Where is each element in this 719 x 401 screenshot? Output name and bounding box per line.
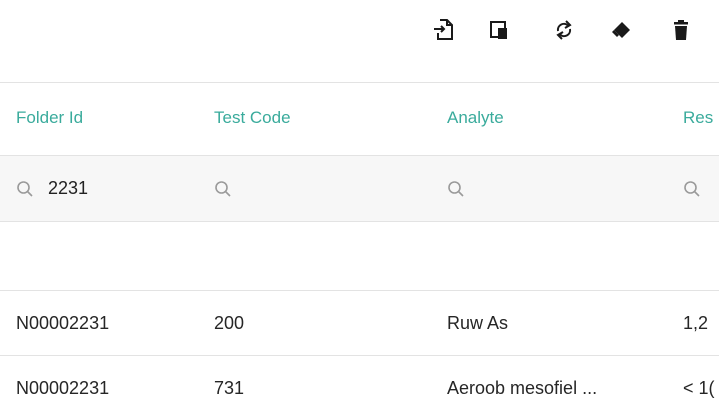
search-icon xyxy=(17,180,33,197)
test-code-filter-input[interactable] xyxy=(246,178,366,199)
column-header-folder-id[interactable]: Folder Id xyxy=(16,108,83,128)
filter-cell-test-code xyxy=(214,156,366,221)
filter-cell-folder-id xyxy=(16,156,168,221)
analyte-filter-input[interactable] xyxy=(479,178,599,199)
trash-icon xyxy=(674,20,688,40)
search-icon xyxy=(448,180,464,197)
cell-analyte: Aeroob mesofiel ... xyxy=(447,378,598,398)
folder-id-filter-input[interactable] xyxy=(48,178,168,199)
search-icon xyxy=(215,180,231,197)
table-row[interactable]: N00002231 731 Aeroob mesofiel ... < 1( xyxy=(0,356,719,401)
cell-result: 1,2 xyxy=(683,313,709,333)
copy-document-button[interactable] xyxy=(487,17,513,43)
cell-folder-id: N00002231 xyxy=(16,313,110,333)
delete-button[interactable] xyxy=(668,17,694,43)
cell-analyte: Ruw As xyxy=(447,313,509,333)
import-file-icon xyxy=(434,19,453,40)
column-header-test-code[interactable]: Test Code xyxy=(214,108,291,128)
filter-row xyxy=(0,156,719,221)
cell-result: < 1( xyxy=(683,378,715,398)
divider xyxy=(0,221,719,222)
search-icon xyxy=(684,180,700,197)
eraser-button[interactable] xyxy=(608,17,634,43)
column-header-result[interactable]: Res xyxy=(683,108,713,128)
column-header-analyte[interactable]: Analyte xyxy=(447,108,504,128)
result-filter-input[interactable] xyxy=(715,178,719,199)
cell-test-code: 200 xyxy=(214,313,245,333)
refresh-button[interactable] xyxy=(551,17,577,43)
filter-cell-result xyxy=(683,156,719,221)
cell-test-code: 731 xyxy=(214,378,245,398)
table-header-row: Folder Id Test Code Analyte Res xyxy=(0,83,719,155)
copy-document-icon xyxy=(490,21,507,39)
eraser-icon xyxy=(612,22,630,38)
import-file-button[interactable] xyxy=(430,17,456,43)
filter-cell-analyte xyxy=(447,156,599,221)
toolbar xyxy=(0,0,719,82)
refresh-icon xyxy=(556,20,572,40)
results-grid-panel: Folder Id Test Code Analyte Res 2231 N00… xyxy=(0,0,719,401)
cell-folder-id: N00002231 xyxy=(16,378,110,398)
table-row[interactable]: N00002231 200 Ruw As 1,2 xyxy=(0,291,719,355)
